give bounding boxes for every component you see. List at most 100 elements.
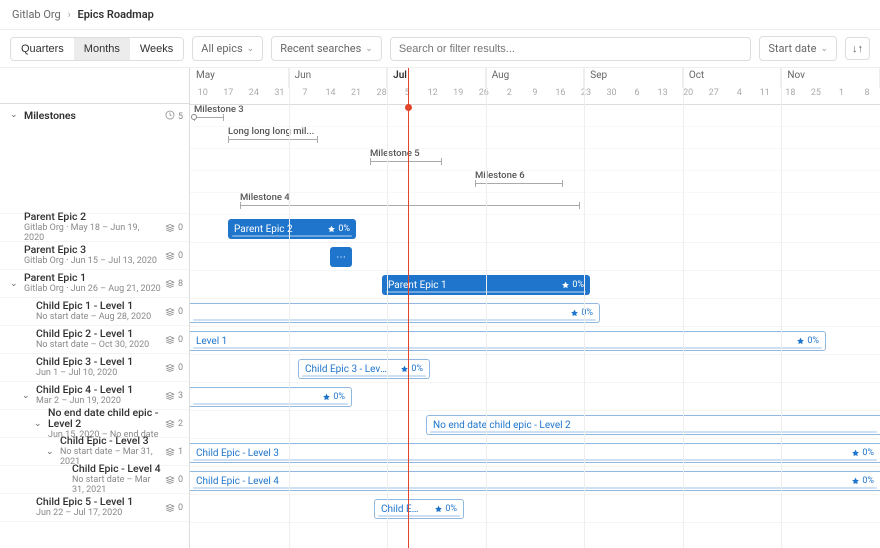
epic-row[interactable]: ⌄Parent Epic 1Gitlab Org · Jun 26 – Aug … (0, 270, 189, 298)
month-header: Nov (781, 68, 880, 88)
epic-progress: 0% (796, 336, 819, 346)
search-input[interactable] (390, 37, 752, 61)
epic-bar-label: Child Epic - Level 3 (196, 448, 314, 459)
month-header: Oct (683, 68, 782, 88)
milestones-header[interactable]: ⌄ Milestones 5 (0, 104, 189, 214)
day-tick: 6 (624, 88, 650, 104)
epic-name: Child Epic 4 - Level 1 (36, 384, 161, 396)
timeline[interactable]: MayJunJulAugSepOctNov 101724317142128512… (190, 68, 880, 548)
epic-progress: 0% (434, 504, 457, 514)
epic-bar[interactable]: 0% (190, 387, 352, 407)
day-tick: 14 (318, 88, 344, 104)
epic-meta: Gitlab Org · Jun 26 – Aug 21, 2020 (24, 285, 161, 295)
epic-row[interactable]: Parent Epic 3Gitlab Org · Jun 15 – Jul 1… (0, 242, 189, 270)
chevron-down-icon: ⌄ (365, 44, 373, 54)
timeline-row: Child Epic - Level 3 0% (190, 439, 880, 467)
milestone-bar[interactable] (194, 117, 224, 118)
epic-count: 0 (165, 307, 183, 317)
epic-count: 0 (165, 363, 183, 373)
day-tick: 25 (803, 88, 829, 104)
epic-bar[interactable]: Level 1 0% (190, 331, 826, 351)
epic-count: 2 (165, 419, 183, 429)
sort-dropdown[interactable]: Start date⌄ (759, 36, 837, 61)
milestone-label: Milestone 4 (240, 192, 290, 203)
epic-row[interactable]: Child Epic 5 - Level 1Jun 22 – Jul 17, 2… (0, 494, 189, 522)
epic-name: Child Epic - Level 4 (72, 463, 161, 475)
timeline-row: Parent Epic 2 0% (190, 215, 880, 243)
epic-bar[interactable]: 0% (190, 303, 600, 323)
epic-count: 8 (165, 279, 183, 289)
epic-progress: 0% (322, 392, 345, 402)
epic-bar[interactable]: Child Epic 5 - Lev... 0% (374, 499, 464, 519)
quarters-button[interactable]: Quarters (11, 38, 74, 60)
milestone-bar[interactable] (475, 183, 563, 184)
epic-name: Child Epic 1 - Level 1 (36, 300, 161, 312)
epic-meta: Gitlab Org · Jun 15 – Jul 13, 2020 (24, 257, 161, 267)
breadcrumb: Gitlab Org › Epics Roadmap (0, 0, 880, 30)
epic-bar-label: Level 1 (196, 336, 262, 347)
epic-count: 0 (165, 251, 183, 261)
epic-row[interactable]: Child Epic - Level 4No start date – Mar … (0, 466, 189, 494)
month-header: Jul (387, 68, 486, 88)
epic-bar-label: Parent Epic 2 (234, 224, 328, 235)
day-tick: 1 (829, 88, 855, 104)
epic-progress: 0% (327, 224, 350, 234)
epic-count: 0 (165, 335, 183, 345)
day-tick: 23 (573, 88, 599, 104)
breadcrumb-current: Epics Roadmap (77, 8, 153, 21)
epic-bar[interactable]: Child Epic - Level 4 0% (190, 471, 880, 491)
milestone-label: Milestone 5 (370, 148, 420, 159)
day-tick: 12 (420, 88, 446, 104)
epic-progress: 0% (851, 448, 874, 458)
epic-row[interactable]: Child Epic 1 - Level 1No start date – Au… (0, 298, 189, 326)
chevron-down-icon[interactable]: ⌄ (10, 279, 20, 289)
epic-bar-label: Parent Epic 1 (388, 280, 482, 291)
epic-bar[interactable]: Parent Epic 2 0% (228, 219, 356, 239)
epic-row[interactable]: Child Epic 2 - Level 1No start date – Oc… (0, 326, 189, 354)
day-tick: 20 (675, 88, 701, 104)
month-header: Sep (584, 68, 683, 88)
day-tick: 31 (267, 88, 293, 104)
epic-row[interactable]: Parent Epic 2Gitlab Org · May 18 – Jun 1… (0, 214, 189, 242)
epic-meta: Jun 22 – Jul 17, 2020 (36, 509, 161, 519)
timeline-row: Child Epic 5 - Lev... 0% (190, 495, 880, 523)
milestone-label: Long long long mil... (228, 126, 314, 137)
day-tick: 10 (190, 88, 216, 104)
epic-meta: Gitlab Org · May 18 – Jun 19, 2020 (24, 224, 161, 244)
epic-progress: 0% (400, 364, 423, 374)
epic-bar[interactable]: No end date child epic - Level 2 (426, 415, 880, 435)
weeks-button[interactable]: Weeks (130, 38, 183, 60)
epic-name: Child Epic 3 - Level 1 (36, 356, 161, 368)
chevron-down-icon[interactable]: ⌄ (34, 419, 44, 429)
epic-bar[interactable]: Parent Epic 1 0% (382, 275, 590, 295)
day-tick: 27 (701, 88, 727, 104)
milestone-bar[interactable] (370, 161, 442, 162)
day-tick: 19 (445, 88, 471, 104)
epic-progress: 0% (851, 476, 874, 486)
epic-bar[interactable]: Child Epic 3 - Level 1 0% (298, 359, 430, 379)
timescale-toggle: Quarters Months Weeks (10, 37, 184, 61)
milestone-bar[interactable] (240, 205, 580, 206)
epic-name: Parent Epic 3 (24, 244, 161, 256)
epic-row[interactable]: Child Epic 3 - Level 1Jun 1 – Jul 10, 20… (0, 354, 189, 382)
epic-row[interactable]: ⌄Child Epic - Level 3No start date – Mar… (0, 438, 189, 466)
recent-searches-dropdown[interactable]: Recent searches⌄ (271, 36, 382, 61)
chevron-down-icon: ⌄ (247, 44, 255, 54)
day-tick: 18 (778, 88, 804, 104)
epics-filter-dropdown[interactable]: All epics⌄ (192, 36, 263, 61)
epic-meta: Mar 2 – Jun 19, 2020 (36, 397, 161, 407)
day-tick: 16 (548, 88, 574, 104)
breadcrumb-root[interactable]: Gitlab Org (12, 8, 61, 21)
timeline-row: Child Epic - Level 4 0% (190, 467, 880, 495)
epic-count: 0 (165, 223, 183, 233)
chevron-down-icon[interactable]: ⌄ (22, 391, 32, 401)
months-button[interactable]: Months (74, 38, 130, 60)
day-tick: 7 (292, 88, 318, 104)
epic-name: Parent Epic 2 (24, 211, 161, 223)
epic-bar[interactable]: Child Epic - Level 3 0% (190, 443, 880, 463)
sort-direction-button[interactable]: ↓↑ (845, 37, 870, 60)
epic-row[interactable]: ⌄No end date child epic - Level 2Jun 15,… (0, 410, 189, 438)
milestone-bar[interactable] (228, 139, 318, 140)
chevron-down-icon[interactable]: ⌄ (46, 447, 56, 457)
epic-bar[interactable]: ⋯ (330, 247, 352, 267)
